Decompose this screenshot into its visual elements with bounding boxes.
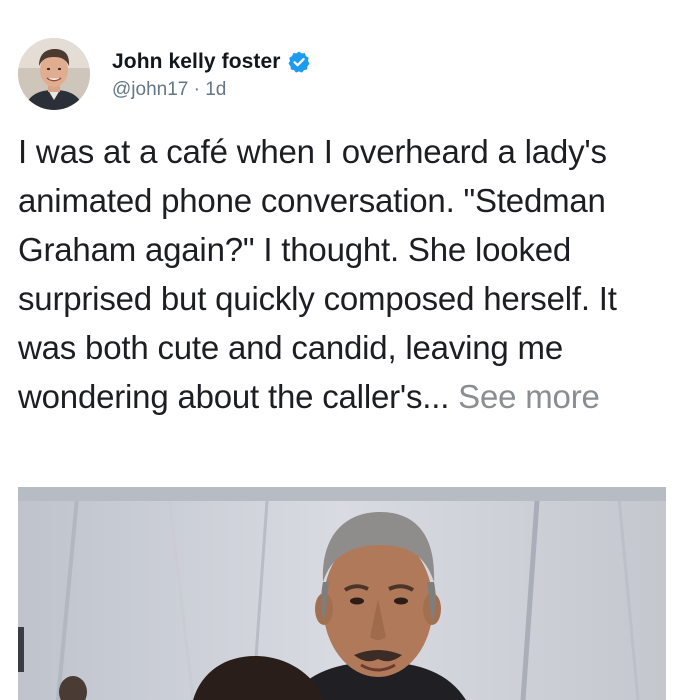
post-text: I was at a café when I overheard a lady'… — [18, 127, 678, 421]
post-text-content: I was at a café when I overheard a lady'… — [18, 133, 617, 415]
author-meta: John kelly foster @john17 · 1d — [112, 48, 311, 101]
post-photo-image — [18, 487, 666, 700]
avatar-image — [18, 38, 90, 110]
post-time[interactable]: 1d — [205, 79, 226, 100]
tweet-card: John kelly foster @john17 · 1d I was at … — [0, 0, 700, 700]
handle-row: @john17 · 1d — [112, 79, 311, 101]
verified-badge-icon — [288, 51, 310, 73]
author-name-row: John kelly foster — [112, 48, 311, 76]
avatar[interactable] — [18, 38, 90, 110]
author-handle[interactable]: @john17 — [112, 79, 188, 100]
tweet-header: John kelly foster @john17 · 1d — [18, 38, 311, 110]
post-photo[interactable] — [18, 487, 666, 700]
author-name[interactable]: John kelly foster — [112, 50, 281, 74]
meta-separator: · — [188, 78, 206, 100]
see-more-link[interactable]: See more — [458, 378, 600, 415]
